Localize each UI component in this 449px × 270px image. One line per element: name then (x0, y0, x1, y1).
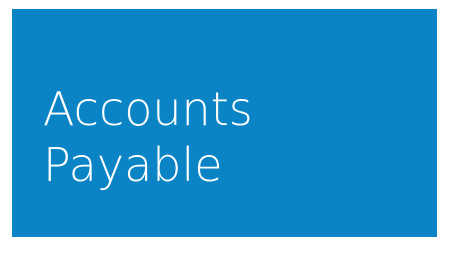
tile-title-line-2: Payable (43, 138, 223, 192)
tile-title-line-1: Accounts (43, 82, 253, 136)
tile-title: Accounts Payable (43, 81, 423, 193)
accounts-payable-tile[interactable]: Accounts Payable (12, 9, 437, 237)
